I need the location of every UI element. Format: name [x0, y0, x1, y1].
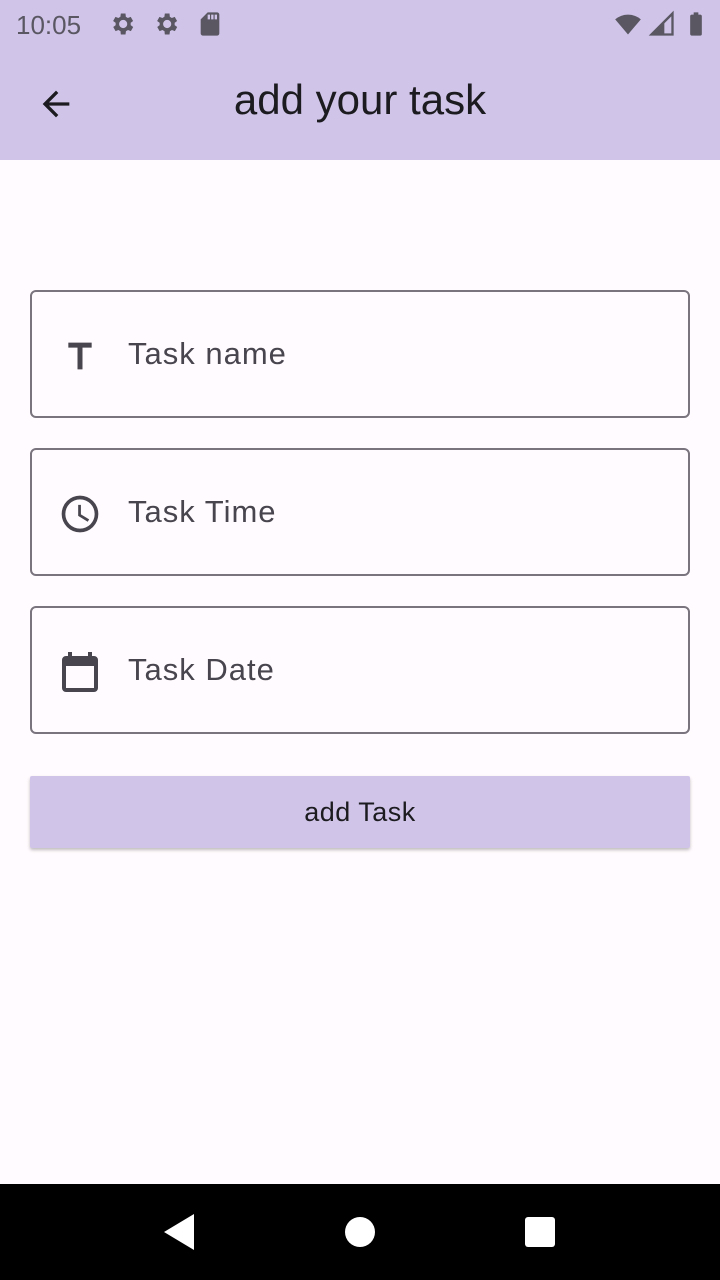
recents-square-icon[interactable]	[516, 1208, 564, 1256]
system-nav-bar	[0, 1184, 720, 1280]
task-date-label: Task Date	[128, 652, 275, 687]
add-task-button[interactable]: add Task	[30, 776, 690, 848]
text-fields-icon	[56, 332, 104, 380]
clock-icon	[56, 490, 104, 538]
home-circle-icon[interactable]	[336, 1208, 384, 1256]
task-time-label: Task Time	[128, 494, 277, 529]
task-name-label: Task name	[128, 336, 287, 371]
calendar-icon	[56, 648, 104, 696]
gear-icon	[157, 13, 178, 35]
task-time-field[interactable]: Task Time	[30, 448, 690, 576]
app-bar: add your task	[0, 48, 720, 160]
back-triangle-icon[interactable]	[156, 1208, 204, 1256]
status-time: 10:05	[16, 10, 82, 40]
status-bar: 10:05	[0, 0, 720, 48]
signal-icon	[648, 10, 674, 36]
sd-card-icon	[200, 12, 220, 36]
page-title: add your task	[233, 76, 487, 123]
gear-icon	[113, 13, 134, 35]
task-date-field[interactable]: Task Date	[30, 606, 690, 734]
task-name-field[interactable]: Task name	[30, 290, 690, 418]
wifi-icon	[615, 14, 641, 35]
battery-icon	[690, 12, 702, 36]
